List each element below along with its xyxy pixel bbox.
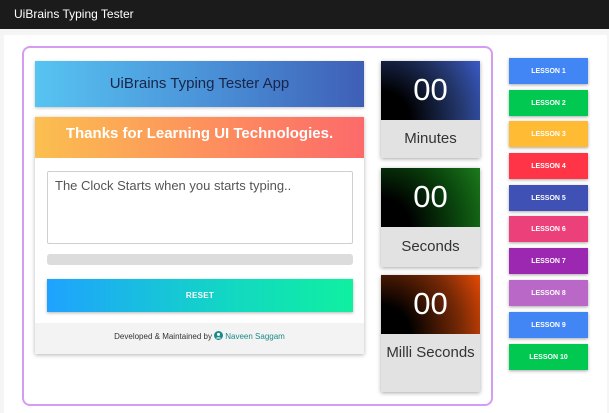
seconds-label: Seconds [381, 227, 480, 267]
lesson-9-button[interactable]: LESSON 9 [509, 312, 588, 338]
minutes-label: Minutes [381, 120, 480, 158]
seconds-timer: 00 Seconds [381, 168, 480, 267]
progress-bar [47, 254, 353, 265]
user-circle-icon [214, 331, 224, 340]
lesson-10-button[interactable]: LESSON 10 [509, 344, 588, 370]
milliseconds-timer: 00 Milli Seconds [381, 275, 480, 392]
footer: Developed & Maintained by Naveen Saggam [35, 323, 364, 354]
navbar-brand[interactable]: UiBrains Typing Tester [14, 7, 134, 21]
seconds-value: 00 [381, 168, 480, 227]
typing-input[interactable] [47, 171, 353, 244]
lesson-7-button[interactable]: LESSON 7 [509, 248, 588, 274]
lesson-3-button[interactable]: LESSON 3 [509, 121, 588, 147]
lesson-1-button[interactable]: LESSON 1 [509, 58, 588, 84]
thanks-banner: Thanks for Learning UI Technologies. [35, 117, 364, 158]
minutes-value: 00 [381, 61, 480, 120]
lesson-5-button[interactable]: LESSON 5 [509, 185, 588, 211]
app-title: UiBrains Typing Tester App [35, 61, 364, 107]
lesson-8-button[interactable]: LESSON 8 [509, 280, 588, 306]
top-navbar: UiBrains Typing Tester [0, 0, 609, 29]
milliseconds-value: 00 [381, 275, 480, 334]
footer-author-link[interactable]: Naveen Saggam [225, 332, 285, 341]
footer-prefix: Developed & Maintained by [114, 332, 212, 341]
milliseconds-label: Milli Seconds [381, 334, 480, 392]
minutes-timer: 00 Minutes [381, 61, 480, 158]
lesson-6-button[interactable]: LESSON 6 [509, 216, 588, 242]
typing-card: Thanks for Learning UI Technologies. RES… [35, 117, 364, 354]
lesson-2-button[interactable]: LESSON 2 [509, 90, 588, 116]
lesson-4-button[interactable]: LESSON 4 [509, 153, 588, 179]
reset-button[interactable]: RESET [47, 279, 353, 312]
